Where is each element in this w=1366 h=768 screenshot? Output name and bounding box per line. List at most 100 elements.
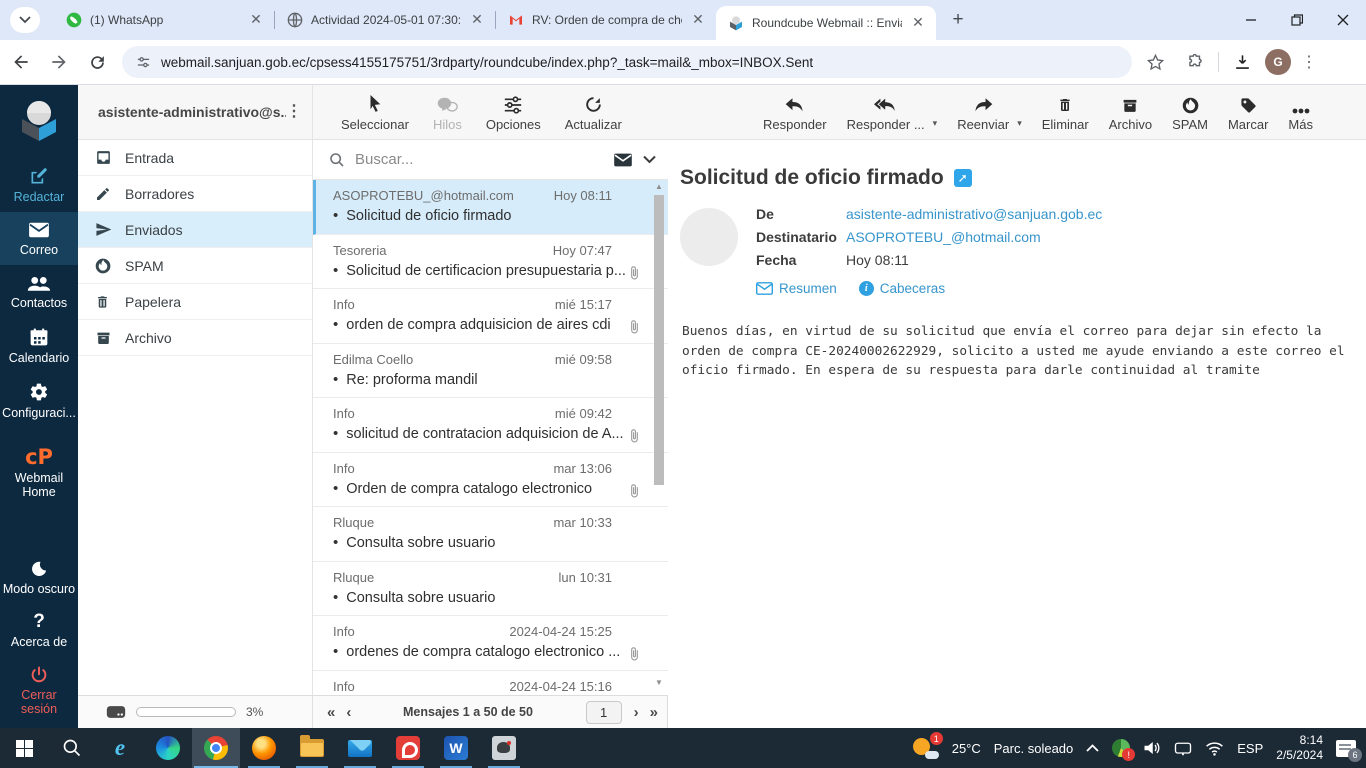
new-tab-button[interactable]: +: [944, 6, 972, 34]
rail-calendar-button[interactable]: Calendario: [0, 318, 78, 373]
search-input[interactable]: [355, 151, 603, 168]
taskbar-acrobat-button[interactable]: [384, 728, 432, 768]
taskbar-explorer-button[interactable]: [288, 728, 336, 768]
folder-entrada[interactable]: Entrada: [78, 140, 312, 176]
page-number-input[interactable]: [585, 700, 622, 724]
scrollbar-thumb[interactable]: [654, 195, 664, 485]
message-row[interactable]: Info 2024-04-24 15:16: [313, 671, 668, 696]
refresh-list-button[interactable]: Actualizar: [565, 92, 622, 132]
reply-all-menu-caret-icon[interactable]: ▾: [933, 118, 938, 129]
from-address-link[interactable]: asistente-administrativo@sanjuan.gob.ec: [846, 206, 1102, 222]
taskbar-word-button[interactable]: W: [432, 728, 480, 768]
wifi-icon[interactable]: [1205, 741, 1224, 756]
next-page-button[interactable]: ›: [634, 704, 639, 721]
language-indicator[interactable]: ESP: [1237, 741, 1263, 756]
rail-mail-button[interactable]: Correo: [0, 212, 78, 265]
extensions-icon[interactable]: [1178, 45, 1212, 79]
prev-page-button[interactable]: ‹: [346, 704, 351, 721]
forward-button[interactable]: [42, 45, 76, 79]
first-page-button[interactable]: «: [327, 704, 335, 721]
antivirus-icon[interactable]: !: [1112, 739, 1136, 761]
tab-search-button[interactable]: [10, 7, 40, 33]
taskbar-edge-button[interactable]: [144, 728, 192, 768]
rail-webmail-home-button[interactable]: cP Webmail Home: [0, 438, 78, 507]
tab-actividad[interactable]: Actividad 2024-05-01 07:30:00 ✕: [275, 0, 495, 40]
forward-menu-caret-icon[interactable]: ▾: [1017, 118, 1022, 129]
message-row[interactable]: Info mar 13:06 • Orden de compra catalogo …: [313, 453, 668, 507]
rail-logout-button[interactable]: Cerrar sesión: [0, 657, 78, 728]
to-address-link[interactable]: ASOPROTEBU_@hotmail.com: [846, 229, 1041, 245]
tab-close-icon[interactable]: ✕: [690, 12, 706, 28]
rail-settings-button[interactable]: Configuraci...: [0, 373, 78, 428]
message-row[interactable]: Tesoreria Hoy 07:47 • Solicitud de certifi…: [313, 235, 668, 289]
cast-monitor-icon[interactable]: [1174, 741, 1192, 756]
message-row[interactable]: Rluque mar 10:33 • Consulta sobre usuario: [313, 507, 668, 562]
reply-button[interactable]: Responder: [763, 92, 827, 132]
folder-archivo[interactable]: Archivo: [78, 320, 312, 356]
forward-button[interactable]: Reenviar: [957, 92, 1009, 132]
folder-borradores[interactable]: Borradores: [78, 176, 312, 212]
headers-link[interactable]: i Cabeceras: [858, 281, 945, 296]
rail-about-button[interactable]: ? Acerca de: [0, 604, 78, 657]
weather-icon[interactable]: 1: [912, 732, 943, 760]
tab-roundcube-active[interactable]: Roundcube Webmail :: Enviados ✕: [716, 6, 936, 40]
refresh-button[interactable]: [80, 45, 114, 79]
message-row[interactable]: Edilma Coello mié 09:58 • Re: proforma man…: [313, 344, 668, 398]
temperature-text[interactable]: 25°C: [952, 741, 981, 756]
message-row[interactable]: Info mié 15:17 • orden de compra adquisici…: [313, 289, 668, 344]
message-row[interactable]: ASOPROTEBU_@hotmail.com Hoy 08:11 • Solici…: [313, 180, 668, 235]
back-button[interactable]: [4, 45, 38, 79]
spam-button[interactable]: SPAM: [1172, 92, 1208, 132]
tab-close-icon[interactable]: ✕: [248, 12, 264, 28]
message-row[interactable]: Info 2024-04-24 15:25 • ordenes de compra …: [313, 616, 668, 671]
rail-compose-button[interactable]: Redactar: [0, 157, 78, 212]
tab-gmail-message[interactable]: RV: Orden de compra de chom ✕: [496, 0, 716, 40]
tab-whatsapp[interactable]: (1) WhatsApp ✕: [54, 0, 274, 40]
notification-center-icon[interactable]: 6: [1336, 739, 1362, 762]
profile-avatar[interactable]: G: [1265, 49, 1291, 75]
select-button[interactable]: Seleccionar: [341, 92, 409, 132]
taskbar-mail-button[interactable]: [336, 728, 384, 768]
tab-close-icon[interactable]: ✕: [910, 15, 926, 31]
rail-contacts-button[interactable]: Contactos: [0, 265, 78, 318]
taskbar-ie-button[interactable]: e: [96, 728, 144, 768]
weather-condition-text[interactable]: Parc. soleado: [994, 741, 1074, 756]
search-scope-mail-icon[interactable]: [613, 152, 633, 168]
archive-button[interactable]: Archivo: [1109, 92, 1152, 132]
mark-button[interactable]: Marcar: [1228, 92, 1268, 132]
taskbar-search-button[interactable]: [48, 728, 96, 768]
window-minimize-button[interactable]: [1228, 0, 1274, 40]
folder-options-kebab-icon[interactable]: ⋮: [286, 104, 302, 120]
bookmark-star-icon[interactable]: [1138, 45, 1172, 79]
scroll-up-icon[interactable]: ▲: [653, 182, 665, 191]
start-button[interactable]: [0, 728, 48, 768]
taskbar-chrome-button[interactable]: [192, 728, 240, 768]
summary-link[interactable]: Resumen: [756, 281, 837, 296]
message-row[interactable]: Info mié 09:42 • solicitud de contratacion…: [313, 398, 668, 453]
more-button[interactable]: Más: [1288, 92, 1313, 132]
scroll-down-icon[interactable]: ▼: [653, 678, 665, 687]
tab-close-icon[interactable]: ✕: [469, 12, 485, 28]
delete-button[interactable]: Eliminar: [1042, 92, 1089, 132]
folder-enviados[interactable]: Enviados: [78, 212, 312, 248]
browser-menu-kebab-icon[interactable]: ⋮: [1297, 45, 1321, 79]
search-options-chevron-icon[interactable]: [643, 155, 656, 164]
taskbar-app-button[interactable]: [480, 728, 528, 768]
folder-papelera[interactable]: Papelera: [78, 284, 312, 320]
open-in-new-window-icon[interactable]: ➚: [953, 169, 972, 187]
rail-dark-mode-button[interactable]: Modo oscuro: [0, 551, 78, 604]
message-row[interactable]: Rluque lun 10:31 • Consulta sobre usuario: [313, 562, 668, 616]
taskbar-clock[interactable]: 8:14 2/5/2024: [1276, 733, 1323, 763]
options-button[interactable]: Opciones: [486, 92, 541, 132]
url-bar[interactable]: webmail.sanjuan.gob.ec/cpsess4155175751/…: [122, 46, 1132, 78]
folder-spam[interactable]: SPAM: [78, 248, 312, 284]
list-scrollbar[interactable]: ▲ ▼: [653, 182, 665, 692]
site-info-icon[interactable]: [136, 55, 151, 70]
tray-chevron-up-icon[interactable]: [1086, 744, 1099, 752]
last-page-button[interactable]: »: [650, 704, 658, 721]
threads-button[interactable]: Hilos: [433, 92, 462, 132]
reply-all-button[interactable]: Responder ...: [847, 92, 925, 132]
url-text[interactable]: webmail.sanjuan.gob.ec/cpsess4155175751/…: [161, 55, 813, 70]
taskbar-firefox-button[interactable]: [240, 728, 288, 768]
download-icon[interactable]: [1225, 45, 1259, 79]
